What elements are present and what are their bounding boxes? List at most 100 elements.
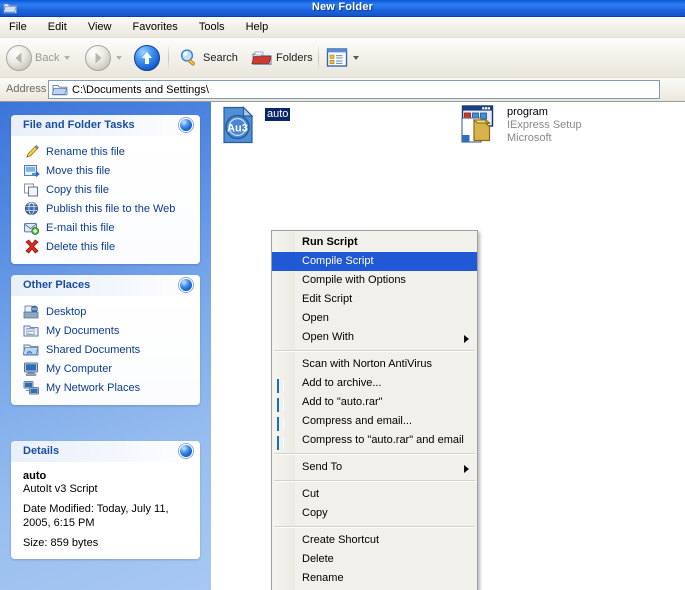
context-menu-item-cut[interactable]: Cut [272,485,477,504]
back-button[interactable]: Back [6,41,71,75]
list-item-name: program [507,106,548,118]
svg-text:Au3: Au3 [227,122,248,134]
menu-edit[interactable]: Edit [39,17,76,36]
toolbar: Back Search Folders [0,38,685,78]
back-dropdown-icon[interactable] [64,56,71,60]
sidebar-item-my-computer[interactable]: My Computer [11,359,200,378]
search-icon [178,47,200,69]
context-menu-item-edit-script[interactable]: Edit Script [272,290,477,309]
winrar-icon [277,396,291,412]
context-menu-item-copy[interactable]: Copy [272,504,477,523]
autoit-script-icon: Au3 [221,106,257,144]
panel-header[interactable]: Details [11,441,200,462]
sidebar-item-label: Publish this file to the Web [46,202,176,215]
panel-body: Desktop My Documents Shared Documents My… [11,296,200,405]
sidebar-item-my-network-places[interactable]: My Network Places [11,378,200,397]
winrar-icon [277,377,291,393]
winrar-icon [277,434,291,450]
context-menu-item-scan-with-norton-antivirus[interactable]: Scan with Norton AntiVirus [272,355,477,374]
context-menu-item-label: Compress and email... [302,415,413,427]
context-menu-item-label: Create Shortcut [302,534,380,546]
sidebar-item-label: Desktop [46,305,87,318]
panel-header[interactable]: File and Folder Tasks [11,115,200,136]
search-button[interactable]: Search [178,41,238,75]
context-menu-item-label: Open [302,312,329,324]
views-dropdown-icon[interactable] [353,56,359,60]
panel-title: File and Folder Tasks [23,119,135,131]
context-menu-item-compress-to-auto-rar-and-email[interactable]: Compress to "auto.rar" and email [272,431,477,450]
sidebar-item-label: Copy this file [46,183,109,196]
sidebar-item-publish-this-file-to-the-web[interactable]: Publish this file to the Web [11,199,200,218]
sidebar-item-shared-documents[interactable]: Shared Documents [11,340,200,359]
context-menu-item-open-with[interactable]: Open With [272,328,477,347]
context-menu-item-compress-and-email[interactable]: Compress and email... [272,412,477,431]
folders-button[interactable]: Folders [251,41,313,75]
panel-file-and-folder-tasks: File and Folder Tasks Rename this file M… [11,115,200,264]
context-menu-item-delete[interactable]: Delete [272,550,477,569]
desktop-icon [23,304,40,320]
panel-body: Rename this file Move this file Copy thi… [11,136,200,264]
collapse-toggle-icon[interactable] [179,118,193,132]
up-button[interactable] [134,41,160,75]
context-menu-separator [274,480,475,482]
content-area: File and Folder Tasks Rename this file M… [0,102,685,590]
menu-help[interactable]: Help [237,17,278,36]
context-menu-item-run-script[interactable]: Run Script [272,233,477,252]
list-item[interactable]: program IExpress Setup Microsoft [461,104,582,145]
sidebar-item-my-documents[interactable]: My Documents [11,321,200,340]
network-places-icon [23,380,40,396]
details-size: Size: 859 bytes [23,537,99,549]
sidebar-item-delete-this-file[interactable]: Delete this file [11,237,200,256]
context-menu-item-label: Rename [302,572,344,584]
up-arrow-icon [134,45,160,71]
context-menu-item-add-to-archive[interactable]: Add to archive... [272,374,477,393]
sidebar-item-label: Delete this file [46,240,116,253]
address-input[interactable]: C:\Documents and Settings\ [48,80,660,99]
context-menu-item-rename[interactable]: Rename [272,569,477,588]
toolbar-separator-1 [168,44,169,72]
submenu-arrow-icon [464,335,469,343]
collapse-toggle-icon[interactable] [179,444,193,458]
context-menu-separator [274,526,475,528]
context-menu-separator [274,453,475,455]
menu-view[interactable]: View [79,17,121,36]
forward-dropdown-icon[interactable] [116,56,122,60]
context-menu-item-compile-with-options[interactable]: Compile with Options [272,271,477,290]
context-menu-item-add-to-auto-rar[interactable]: Add to "auto.rar" [272,393,477,412]
sidebar-item-desktop[interactable]: Desktop [11,302,200,321]
context-menu-item-label: Add to archive... [302,377,382,389]
context-menu-item-label: Compile with Options [302,274,406,286]
address-value: C:\Documents and Settings\ [72,83,209,96]
sidebar-item-move-this-file[interactable]: Move this file [11,161,200,180]
menu-favorites[interactable]: Favorites [124,17,187,36]
sidebar-item-rename-this-file[interactable]: Rename this file [11,142,200,161]
context-menu-item-open[interactable]: Open [272,309,477,328]
collapse-toggle-icon[interactable] [179,278,193,292]
context-menu-item-label: Scan with Norton AntiVirus [302,358,433,370]
context-menu-item-label: Compile Script [302,255,374,267]
delete-x-icon [23,238,40,255]
sidebar-item-email-this-file[interactable]: E-mail this file [11,218,200,237]
list-item-subtitle-1: IExpress Setup [507,119,582,131]
panel-header[interactable]: Other Places [11,275,200,296]
sidebar-item-copy-this-file[interactable]: Copy this file [11,180,200,199]
context-menu-item-create-shortcut[interactable]: Create Shortcut [272,531,477,550]
sidebar-item-label: My Computer [46,362,113,375]
context-menu-item-send-to[interactable]: Send To [272,458,477,477]
sidebar-item-label: E-mail this file [46,221,115,234]
context-menu-item-label: Delete [302,553,334,565]
copy-file-icon [23,182,40,198]
address-bar: Address C:\Documents and Settings\ [0,78,685,102]
my-documents-icon [23,323,40,339]
context-menu-item-compile-script[interactable]: Compile Script [272,252,477,271]
forward-button[interactable] [85,41,122,75]
list-item[interactable]: Au3 auto [221,106,291,144]
context-menu-item-label: Compress to "auto.rar" and email [302,434,464,446]
views-button[interactable] [326,41,359,75]
menu-tools[interactable]: Tools [190,17,234,36]
submenu-arrow-icon [464,465,469,473]
move-file-icon [23,163,40,179]
menu-file[interactable]: File [0,17,36,36]
toolbar-separator-2 [318,44,319,72]
my-computer-icon [23,361,40,377]
